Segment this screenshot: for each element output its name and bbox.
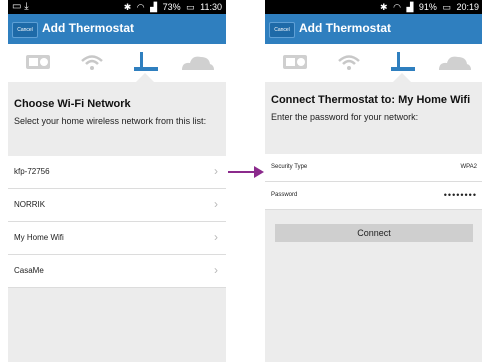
- bluetooth-icon: ✱: [123, 2, 132, 12]
- network-row[interactable]: NORRIK ›: [8, 189, 226, 222]
- notification-icons: ▭ ⤓: [12, 1, 29, 12]
- wifi-icon: [73, 52, 111, 72]
- network-row[interactable]: kfp-72756 ›: [8, 156, 226, 189]
- cancel-button[interactable]: Cancel: [269, 22, 295, 38]
- section-heading: Choose Wi-Fi Network: [14, 98, 131, 110]
- cancel-button[interactable]: Cancel: [12, 22, 38, 38]
- network-name: NORRIK: [14, 200, 46, 209]
- instruction-text: Select your home wireless network from t…: [14, 116, 207, 126]
- status-bar: ▭ ⤓ ✱ ◠ ▟ 73% ▭ 11:30: [8, 0, 226, 14]
- network-list: kfp-72756 › NORRIK › My Home Wifi › Casa…: [8, 156, 226, 288]
- status-bar: ✱ ◠ ▟ 91% ▭ 20:19: [265, 0, 482, 14]
- wifi-signal-icon: ◠: [136, 2, 145, 12]
- active-step-indicator: [393, 73, 411, 82]
- network-name: kfp-72756: [14, 167, 50, 176]
- clock: 11:30: [200, 2, 222, 12]
- chevron-right-icon: ›: [214, 263, 218, 277]
- bluetooth-icon: ✱: [380, 2, 388, 12]
- battery-icon: ▭: [186, 2, 195, 12]
- left-phone-screen: ▭ ⤓ ✱ ◠ ▟ 73% ▭ 11:30 Cancel Add Thermos…: [8, 0, 226, 362]
- cloud-icon: [435, 52, 473, 72]
- wifi-signal-icon: ◠: [393, 2, 401, 12]
- cell-signal-icon: ▟: [150, 2, 158, 12]
- clock: 20:19: [456, 2, 479, 12]
- transition-arrow-icon: [228, 166, 264, 178]
- battery-percent: 91%: [418, 2, 437, 12]
- cell-signal-icon: ▟: [406, 2, 414, 12]
- title-bar: Cancel Add Thermostat: [8, 14, 226, 44]
- network-row[interactable]: CasaMe ›: [8, 255, 226, 288]
- wifi-icon: [330, 52, 368, 72]
- page-title: Add Thermostat: [42, 21, 135, 35]
- password-field[interactable]: Password ••••••••: [265, 182, 482, 210]
- status-right: ✱ ◠ ▟ 73% ▭ 11:30: [121, 2, 222, 13]
- active-step-indicator: [136, 73, 154, 82]
- security-type-label: Security Type: [271, 164, 308, 170]
- network-name: CasaMe: [14, 266, 44, 275]
- setup-steps: [265, 44, 482, 82]
- security-type-value: WPA2: [460, 164, 477, 170]
- setup-steps: [8, 44, 226, 82]
- password-label: Password: [271, 192, 298, 198]
- thermostat-icon: [20, 52, 58, 72]
- security-type-row[interactable]: Security Type WPA2: [265, 154, 482, 182]
- thermostat-icon: [277, 52, 315, 72]
- network-row[interactable]: My Home Wifi ›: [8, 222, 226, 255]
- title-bar: Cancel Add Thermostat: [265, 14, 482, 44]
- chevron-right-icon: ›: [214, 197, 218, 211]
- right-phone-screen: ✱ ◠ ▟ 91% ▭ 20:19 Cancel Add Thermostat …: [265, 0, 482, 362]
- status-right: ✱ ◠ ▟ 91% ▭ 20:19: [377, 2, 479, 13]
- credentials-form: Security Type WPA2 Password ••••••••: [265, 154, 482, 210]
- chevron-right-icon: ›: [214, 164, 218, 178]
- battery-icon: ▭: [442, 2, 451, 12]
- router-icon: [383, 52, 421, 72]
- page-title: Add Thermostat: [299, 21, 392, 35]
- instruction-text: Enter the password for your network:: [271, 112, 419, 122]
- connect-button[interactable]: Connect: [275, 224, 473, 242]
- section-heading: Connect Thermostat to: My Home Wifi: [271, 94, 471, 106]
- battery-percent: 73%: [162, 2, 181, 12]
- chevron-right-icon: ›: [214, 230, 218, 244]
- network-name: My Home Wifi: [14, 233, 64, 242]
- router-icon: [126, 52, 164, 72]
- cloud-icon: [178, 52, 216, 72]
- password-value[interactable]: ••••••••: [444, 190, 477, 200]
